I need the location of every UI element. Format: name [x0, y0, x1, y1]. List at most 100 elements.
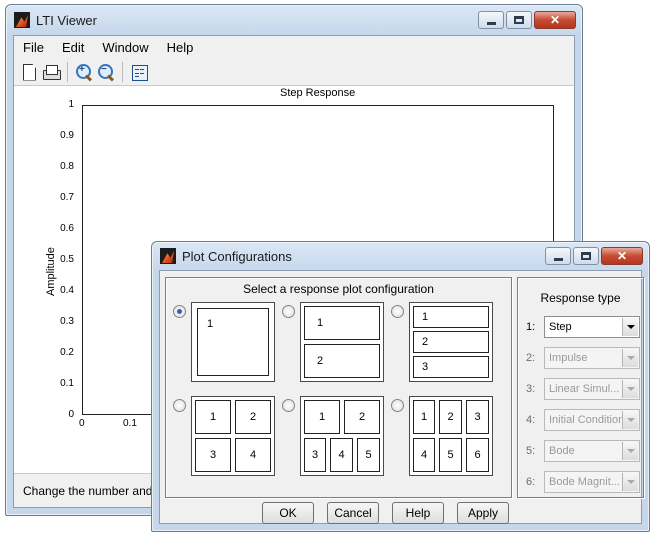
response-select-5[interactable]: Bode [544, 440, 640, 462]
zoom-in-icon[interactable]: + [75, 63, 93, 81]
config-radio-1[interactable] [173, 305, 186, 318]
minimize-icon [553, 257, 563, 261]
maximize-icon [514, 16, 524, 24]
maximize-icon [581, 252, 591, 260]
response-select-3[interactable]: Linear Simul... [544, 378, 640, 400]
toolbar: + − [14, 58, 574, 86]
dialog-maximize-button[interactable] [573, 247, 599, 265]
response-select-1[interactable]: Step [544, 316, 640, 338]
response-select-2[interactable]: Impulse [544, 347, 640, 369]
config-radio-6[interactable] [391, 399, 404, 412]
config-cell: 3 [195, 438, 231, 472]
help-button[interactable]: Help [392, 502, 444, 524]
matlab-icon [160, 248, 176, 264]
maximize-button[interactable] [506, 11, 532, 29]
apply-button[interactable]: Apply [457, 502, 509, 524]
dropdown-arrow-icon [622, 473, 638, 491]
config-cell: 2 [344, 400, 380, 434]
config-cell: 3 [413, 356, 489, 378]
response-select-6[interactable]: Bode Magnit... [544, 471, 640, 493]
grid-config-icon[interactable] [130, 63, 148, 81]
y-tick-label: 0.2 [60, 347, 74, 358]
y-tick-label: 0.8 [60, 161, 74, 172]
dropdown-arrow-icon [622, 349, 638, 367]
config-option-4[interactable]: 1 2 3 4 [191, 396, 275, 476]
close-button[interactable]: ✕ [534, 11, 576, 29]
config-cell: 1 [413, 306, 489, 328]
config-cell: 3 [304, 438, 326, 472]
y-tick-label: 1 [68, 99, 74, 110]
dialog-minimize-button[interactable] [545, 247, 571, 265]
config-radio-5[interactable] [282, 399, 295, 412]
close-icon: ✕ [616, 249, 628, 263]
menu-help[interactable]: Help [158, 40, 203, 55]
plot-configurations-dialog: Plot Configurations ✕ Select a response … [151, 241, 650, 532]
config-cell: 4 [235, 438, 271, 472]
menu-bar: File Edit Window Help [14, 36, 574, 58]
y-tick-label: 0.6 [60, 223, 74, 234]
response-select-value: Impulse [549, 352, 588, 364]
x-tick-label: 0 [79, 418, 85, 429]
dropdown-arrow-icon [622, 442, 638, 460]
config-option-3[interactable]: 1 2 3 [409, 302, 493, 382]
zoom-out-icon[interactable]: − [97, 63, 115, 81]
config-option-1[interactable]: 1 [191, 302, 275, 382]
config-cell: 4 [413, 438, 435, 472]
config-cell: 5 [439, 438, 462, 472]
response-select-value: Bode [549, 445, 575, 457]
cancel-button[interactable]: Cancel [327, 502, 379, 524]
response-type-title: Response type [540, 291, 621, 305]
dropdown-arrow-icon [622, 380, 638, 398]
response-number: 1: [526, 321, 536, 333]
config-option-5[interactable]: 1 2 3 4 5 [300, 396, 384, 476]
y-tick-label: 0.3 [60, 316, 74, 327]
response-row-1: 1: Step [526, 316, 640, 338]
response-row-2: 2: Impulse [526, 347, 640, 369]
config-option-2[interactable]: 1 2 [300, 302, 384, 382]
menu-edit[interactable]: Edit [53, 40, 93, 55]
matlab-icon [14, 12, 30, 28]
config-radio-2[interactable] [282, 305, 295, 318]
y-tick-label: 0.4 [60, 285, 74, 296]
response-select-value: Bode Magnit... [549, 476, 620, 488]
config-group-title: Select a response plot configuration [243, 282, 434, 296]
dialog-caption-buttons: ✕ [545, 247, 643, 265]
response-select-value: Linear Simul... [549, 383, 620, 395]
config-group: Select a response plot configuration 1 1… [165, 277, 512, 498]
dialog-close-button[interactable]: ✕ [601, 247, 643, 265]
menu-file[interactable]: File [14, 40, 53, 55]
response-number: 4: [526, 414, 536, 426]
response-number: 6: [526, 476, 536, 488]
config-cell: 2 [304, 344, 380, 378]
minimize-button[interactable] [478, 11, 504, 29]
dialog-titlebar[interactable]: Plot Configurations ✕ [152, 242, 649, 270]
response-number: 5: [526, 445, 536, 457]
config-cell: 1 [197, 308, 269, 376]
response-type-group: Response type 1: Step 2: Impulse 3: Line… [517, 277, 644, 498]
print-icon[interactable] [42, 63, 61, 81]
new-file-icon[interactable] [20, 63, 38, 81]
dialog-client: Select a response plot configuration 1 1… [159, 270, 644, 524]
config-radio-4[interactable] [173, 399, 186, 412]
config-option-6[interactable]: 1 2 3 4 5 6 [409, 396, 493, 476]
response-select-4[interactable]: Initial Condition [544, 409, 640, 431]
response-row-3: 3: Linear Simul... [526, 378, 640, 400]
dialog-title: Plot Configurations [182, 248, 292, 264]
window-title: LTI Viewer [36, 12, 97, 28]
menu-window[interactable]: Window [93, 40, 157, 55]
status-text: Change the number and typ [23, 483, 172, 498]
response-row-6: 6: Bode Magnit... [526, 471, 640, 493]
config-radio-3[interactable] [391, 305, 404, 318]
toolbar-separator [67, 61, 68, 82]
config-cell: 1 [413, 400, 435, 434]
lti-viewer-titlebar[interactable]: LTI Viewer ✕ [6, 5, 582, 35]
dropdown-arrow-icon [622, 411, 638, 429]
response-row-4: 4: Initial Condition [526, 409, 640, 431]
ok-button[interactable]: OK [262, 502, 314, 524]
config-cell: 3 [466, 400, 489, 434]
config-cell: 1 [304, 400, 340, 434]
x-tick-label: 0.1 [123, 418, 137, 429]
y-tick-label: 0.7 [60, 192, 74, 203]
response-select-value: Initial Condition [549, 414, 625, 426]
y-tick-label: 0.1 [60, 378, 74, 389]
